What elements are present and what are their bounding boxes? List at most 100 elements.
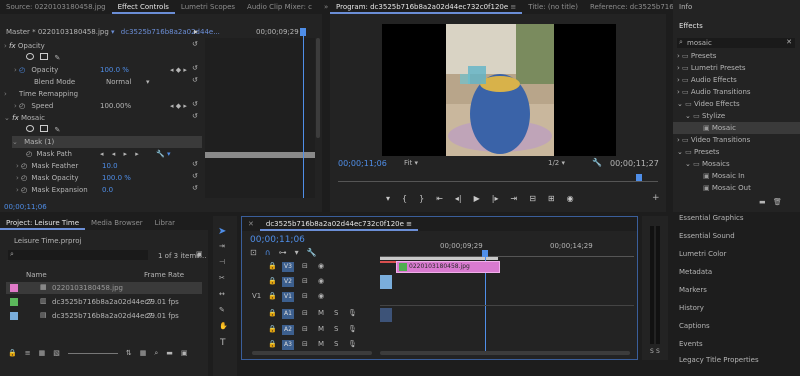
mask-expansion-value[interactable]: 0.0: [102, 184, 113, 196]
mosaic-section[interactable]: ⌄ fx Mosaic: [4, 112, 45, 124]
track-target-a3[interactable]: A3: [282, 340, 294, 350]
project-search-field[interactable]: ⌕: [8, 250, 148, 260]
mic-icon[interactable]: 🎙: [348, 309, 357, 317]
reset-icon[interactable]: ↺: [192, 184, 198, 192]
master-label[interactable]: Master * 0220103180458.jpg: [6, 28, 109, 36]
mute-button[interactable]: M: [318, 309, 324, 317]
step-back-icon[interactable]: ◂|: [455, 194, 462, 206]
reset-icon[interactable]: ↺: [192, 40, 198, 48]
timeline-settings-icon[interactable]: 🔧: [307, 248, 317, 257]
track-select-tool-icon[interactable]: ⇥: [219, 242, 225, 250]
mic-icon[interactable]: 🎙: [348, 340, 357, 348]
tab-sequence[interactable]: dc3525b716b8a2a02d44ec732c0f120e ≡: [259, 217, 419, 231]
panel-history[interactable]: History: [679, 304, 704, 312]
fit-select[interactable]: Fit ▾: [404, 159, 418, 167]
ec-timecode[interactable]: 00;00;11;06: [4, 203, 47, 211]
tree-item[interactable]: ⌄ ▭ Presets: [673, 146, 800, 158]
list-view-icon[interactable]: ≡: [25, 349, 31, 359]
tab-media-browser[interactable]: Media Browser: [85, 216, 149, 230]
mute-button[interactable]: M: [318, 325, 324, 333]
track-target-a1[interactable]: A1: [282, 309, 294, 319]
new-bin-from-search-icon[interactable]: ▣: [196, 250, 203, 258]
effects-search-field[interactable]: ⌕ mosaic ✕: [677, 38, 795, 48]
blend-mode-select[interactable]: Normal: [106, 76, 131, 88]
mic-icon[interactable]: 🎙: [348, 325, 357, 333]
add-button-icon[interactable]: +: [652, 193, 660, 203]
freeform-view-icon[interactable]: ▧: [53, 349, 60, 359]
eye-icon[interactable]: ◉: [318, 277, 324, 285]
program-playhead[interactable]: [636, 174, 642, 181]
tab-audio-clip-mixer[interactable]: Audio Clip Mixer: c: [241, 0, 318, 14]
lock-icon[interactable]: 🔒: [268, 325, 277, 333]
slip-tool-icon[interactable]: ↔: [219, 290, 225, 298]
new-bin-icon[interactable]: ▬: [166, 349, 173, 359]
reset-icon[interactable]: ↺: [192, 100, 198, 108]
tab-source[interactable]: Source: 0220103180458.jpg: [0, 0, 112, 14]
v1-video-clip[interactable]: [380, 275, 392, 289]
step-forward-icon[interactable]: |▸: [492, 194, 499, 206]
tree-item-selected[interactable]: ▣ Mosaic: [673, 122, 800, 134]
project-row[interactable]: ▦ 0220103180458.jpg: [6, 282, 202, 294]
clip-label[interactable]: dc3525b716b8a2a02d44e...: [121, 28, 220, 36]
linked-selection-icon[interactable]: ⊶: [279, 248, 287, 257]
icon-view-icon[interactable]: ▦: [39, 349, 46, 359]
ellipse-mask-icon[interactable]: [26, 53, 34, 60]
track-target-v1[interactable]: V1: [282, 292, 294, 302]
sync-lock-icon[interactable]: ⊟: [302, 262, 308, 270]
tree-item[interactable]: ⌄ ▭ Video Effects: [673, 98, 800, 110]
pen-mask-icon[interactable]: ✎: [54, 54, 60, 62]
settings-wrench-icon[interactable]: 🔧: [592, 158, 602, 167]
tab-lumetri-scopes[interactable]: Lumetri Scopes: [175, 0, 241, 14]
tree-item[interactable]: ▣ Mosaic In: [673, 170, 800, 182]
timeline-timecode[interactable]: 00;00;11;06: [250, 235, 305, 245]
source-patch-v1[interactable]: V1: [252, 292, 261, 300]
zoom-slider[interactable]: [67, 349, 118, 354]
panel-events[interactable]: Events: [679, 340, 703, 348]
automate-icon[interactable]: ▦: [140, 349, 147, 359]
tree-item[interactable]: ⌄ ▭ Mosaics: [673, 158, 800, 170]
ripple-edit-tool-icon[interactable]: ⊣: [219, 258, 225, 266]
tab-effect-controls[interactable]: Effect Controls: [111, 0, 175, 14]
timeline-hscroll[interactable]: [252, 351, 372, 355]
lock-icon[interactable]: 🔒: [268, 292, 277, 300]
lock-icon[interactable]: 🔒: [268, 309, 277, 317]
sync-lock-icon[interactable]: ⊟: [302, 309, 308, 317]
timeline-zoom-scroll[interactable]: [380, 351, 630, 355]
tree-item[interactable]: › ▭ Lumetri Presets: [673, 62, 800, 74]
snap-icon[interactable]: ∩: [265, 248, 271, 257]
add-marker-icon[interactable]: ▾: [295, 248, 299, 257]
opacity-value[interactable]: 100.0 %: [100, 64, 129, 76]
tab-libraries[interactable]: Librar: [149, 216, 181, 230]
keyframe-nav-icon[interactable]: ◂ ◆ ▸: [170, 64, 187, 76]
tree-item[interactable]: › ▭ Audio Effects: [673, 74, 800, 86]
hand-tool-icon[interactable]: ✋: [219, 322, 228, 330]
opacity-section[interactable]: › fx Opacity: [4, 40, 45, 52]
track-target-v2[interactable]: V2: [282, 277, 294, 287]
mask-path-tracking-icon[interactable]: ◂ ◂ ▸ ▸: [100, 148, 142, 160]
info-tab[interactable]: Info: [679, 3, 692, 11]
solo-button[interactable]: S: [334, 309, 338, 317]
mosaic-pen-icon[interactable]: ✎: [54, 126, 60, 134]
program-timecode[interactable]: 00;00;11;06: [338, 159, 387, 168]
tab-project[interactable]: Project: Leisure Time: [0, 216, 86, 230]
sort-icon[interactable]: ⇅: [126, 349, 132, 359]
sync-lock-icon[interactable]: ⊟: [302, 277, 308, 285]
work-area-bar[interactable]: [380, 257, 498, 260]
search-input[interactable]: mosaic: [687, 38, 712, 48]
lock-icon[interactable]: 🔒: [268, 340, 277, 348]
reset-icon[interactable]: ↺: [192, 64, 198, 72]
mark-in-bracket-icon[interactable]: {: [402, 194, 407, 206]
time-remap-section[interactable]: › Time Remapping: [4, 88, 78, 100]
mask-opacity-value[interactable]: 100.0 %: [102, 172, 131, 184]
solo-right[interactable]: S: [656, 348, 660, 355]
track-target-v3[interactable]: V3: [282, 262, 294, 272]
mask-track-method-icon[interactable]: 🔧 ▾: [156, 148, 170, 160]
type-tool-icon[interactable]: T: [220, 338, 226, 348]
tree-item[interactable]: ▣ Mosaic Out: [673, 182, 800, 194]
reset-icon[interactable]: ↺: [192, 160, 198, 168]
keyframe-area[interactable]: [205, 38, 315, 198]
speed-value[interactable]: 100.00%: [100, 100, 131, 112]
video-frame[interactable]: [382, 24, 616, 156]
go-to-out-icon[interactable]: ⇥: [511, 194, 518, 206]
col-frame-rate[interactable]: Frame Rate: [144, 271, 184, 279]
